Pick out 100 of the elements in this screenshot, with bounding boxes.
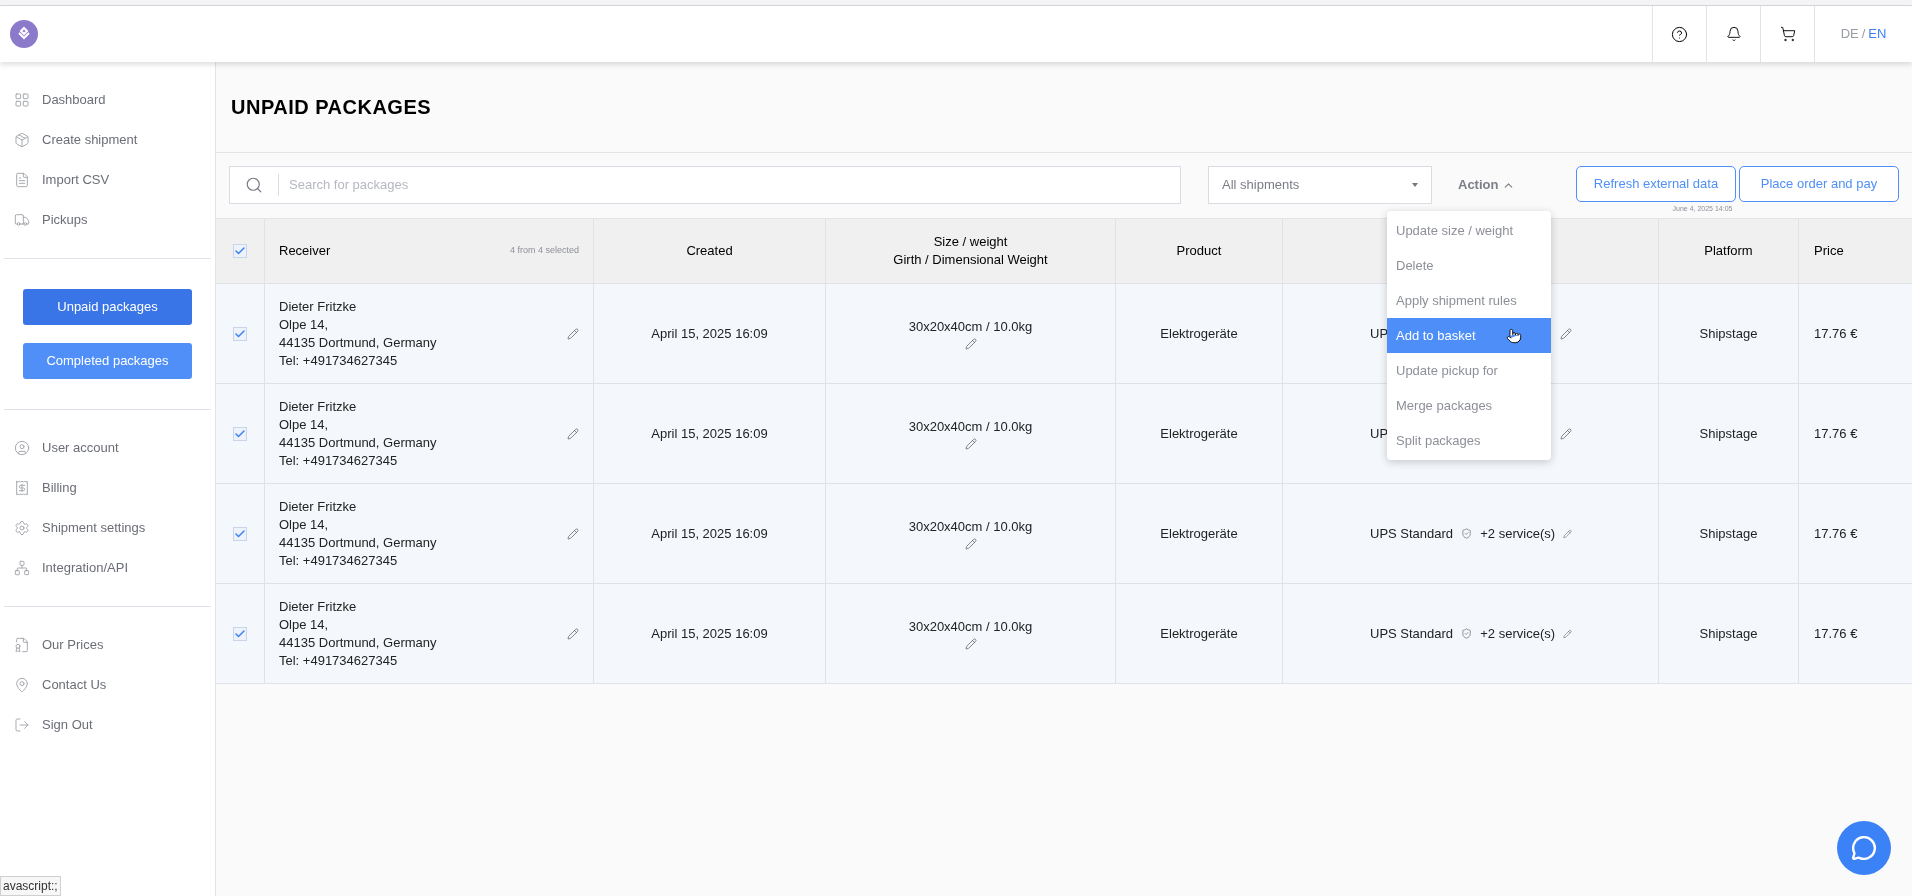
menu-item[interactable]: Merge packages: [1387, 388, 1551, 423]
status-link-tooltip: avascript:;: [0, 876, 61, 896]
platform-name: Shipstage: [1699, 624, 1758, 643]
platform-name: Shipstage: [1699, 424, 1758, 443]
page-title: UNPAID PACKAGES: [230, 95, 433, 120]
column-header: Girth / Dimensional Weight: [893, 251, 1048, 269]
selection-count: 4 from 4 selected: [509, 244, 579, 258]
edit-icon[interactable]: [567, 427, 579, 440]
nav-link[interactable]: Create shipment: [42, 130, 138, 150]
chat-bubble-icon: [1851, 835, 1877, 861]
extra-services: +2 service(s): [1480, 624, 1556, 643]
search-icon: [245, 176, 263, 194]
product-name: Elektrogeräte: [1160, 524, 1238, 543]
nav-icon: [14, 92, 30, 108]
checkbox[interactable]: [233, 626, 247, 641]
edit-icon[interactable]: [567, 327, 579, 340]
receiver-address: Dieter Fritzke Olpe 14, 44135 Dortmund, Germany Tel: +491734627345: [279, 297, 437, 370]
action-menu-button[interactable]: Action: [1458, 175, 1516, 195]
price: 17.76 €: [1814, 624, 1858, 643]
edit-icon[interactable]: [567, 627, 579, 640]
nav-icon: [14, 637, 30, 653]
edit-icon[interactable]: [567, 527, 579, 540]
shipment-filter-dropdown[interactable]: All shipments: [1208, 166, 1432, 204]
nav-icon: [14, 172, 30, 188]
edit-icon[interactable]: [1560, 427, 1572, 440]
menu-item[interactable]: Apply shipment rules: [1387, 283, 1551, 318]
logo-icon: [10, 20, 38, 48]
nav-icon: [14, 717, 30, 733]
edit-icon[interactable]: [1563, 527, 1572, 540]
column-header: Size / weight: [933, 233, 1008, 251]
nav-link[interactable]: Import CSV: [42, 170, 110, 190]
size-weight: 30x20x40cm / 10.0kg: [908, 517, 1033, 536]
checkbox[interactable]: [233, 426, 247, 441]
nav-link[interactable]: Our Prices: [42, 635, 104, 655]
receiver-address: Dieter Fritzke Olpe 14, 44135 Dortmund, Germany Tel: +491734627345: [279, 597, 437, 670]
receiver-address: Dieter Fritzke Olpe 14, 44135 Dortmund, Germany Tel: +491734627345: [279, 397, 437, 470]
receiver-address: Dieter Fritzke Olpe 14, 44135 Dortmund, Germany Tel: +491734627345: [279, 497, 437, 570]
price: 17.76 €: [1814, 524, 1858, 543]
platform-name: Shipstage: [1699, 524, 1758, 543]
product-name: Elektrogeräte: [1160, 624, 1238, 643]
size-weight: 30x20x40cm / 10.0kg: [908, 417, 1033, 436]
edit-icon[interactable]: [1563, 627, 1572, 640]
shipping-service: UPS Standard: [1370, 524, 1454, 543]
chat-button[interactable]: [1837, 821, 1891, 875]
nav-link[interactable]: Pickups: [42, 210, 88, 230]
size-weight: 30x20x40cm / 10.0kg: [908, 617, 1033, 636]
created-date: April 15, 2025 16:09: [651, 624, 768, 643]
nav-link[interactable]: Integration/API: [42, 558, 128, 578]
package-tab-button[interactable]: Unpaid packages: [23, 289, 192, 325]
platform-name: Shipstage: [1699, 324, 1758, 343]
nav-icon: [14, 480, 30, 496]
extra-services: +2 service(s): [1480, 524, 1556, 543]
nav-link[interactable]: Shipment settings: [42, 518, 146, 538]
language-link[interactable]: EN: [1868, 24, 1887, 44]
hand-cursor-icon: [1506, 326, 1522, 345]
price: 17.76 €: [1814, 324, 1858, 343]
nav-icon: [14, 440, 30, 456]
nav-link[interactable]: Billing: [42, 478, 77, 498]
toolbar-button[interactable]: Place order and pay: [1739, 166, 1899, 202]
menu-item[interactable]: Update pickup for: [1387, 353, 1551, 388]
nav-link[interactable]: Dashboard: [42, 90, 106, 110]
edit-icon[interactable]: [964, 638, 977, 651]
created-date: April 15, 2025 16:09: [651, 324, 768, 343]
column-header: Created: [686, 242, 733, 261]
edit-icon[interactable]: [964, 538, 977, 551]
language-link[interactable]: DE: [1840, 24, 1859, 44]
nav-link[interactable]: Sign Out: [42, 715, 93, 735]
help-icon: [1671, 25, 1688, 43]
column-header: Price: [1814, 242, 1844, 261]
nav-link[interactable]: User account: [42, 438, 119, 458]
nav-icon: [14, 520, 30, 536]
toolbar-button[interactable]: Refresh external data: [1576, 166, 1736, 202]
checkbox[interactable]: [233, 244, 247, 258]
checkbox[interactable]: [233, 326, 247, 341]
size-weight: 30x20x40cm / 10.0kg: [908, 317, 1033, 336]
menu-item[interactable]: Add to basket: [1387, 318, 1551, 353]
nav-link[interactable]: Contact Us: [42, 675, 107, 695]
menu-item[interactable]: Update size / weight: [1387, 213, 1551, 248]
column-header: Platform: [1704, 242, 1753, 261]
menu-item[interactable]: Split packages: [1387, 423, 1551, 458]
search-input[interactable]: Search for packages: [279, 175, 1180, 195]
nav-icon: [14, 677, 30, 693]
column-header: Receiver: [279, 242, 331, 261]
checkbox[interactable]: [233, 526, 247, 541]
edit-icon[interactable]: [1560, 327, 1572, 340]
edit-icon[interactable]: [964, 438, 977, 451]
shipping-service: UPS Standard: [1370, 624, 1454, 643]
nav-icon: [14, 212, 30, 228]
package-tab-button[interactable]: Completed packages: [23, 343, 192, 379]
menu-item[interactable]: Delete: [1387, 248, 1551, 283]
edit-icon[interactable]: [964, 338, 977, 351]
dropdown-caret-icon: [1412, 183, 1418, 187]
search-field[interactable]: Search for packages: [229, 166, 1181, 204]
product-name: Elektrogeräte: [1160, 324, 1238, 343]
cart-icon: [1779, 26, 1796, 42]
created-date: April 15, 2025 16:09: [651, 424, 768, 443]
nav-icon: [14, 132, 30, 148]
column-header: Product: [1176, 242, 1222, 261]
nav-icon: [14, 560, 30, 576]
shipping-service: UP: [1370, 324, 1389, 343]
